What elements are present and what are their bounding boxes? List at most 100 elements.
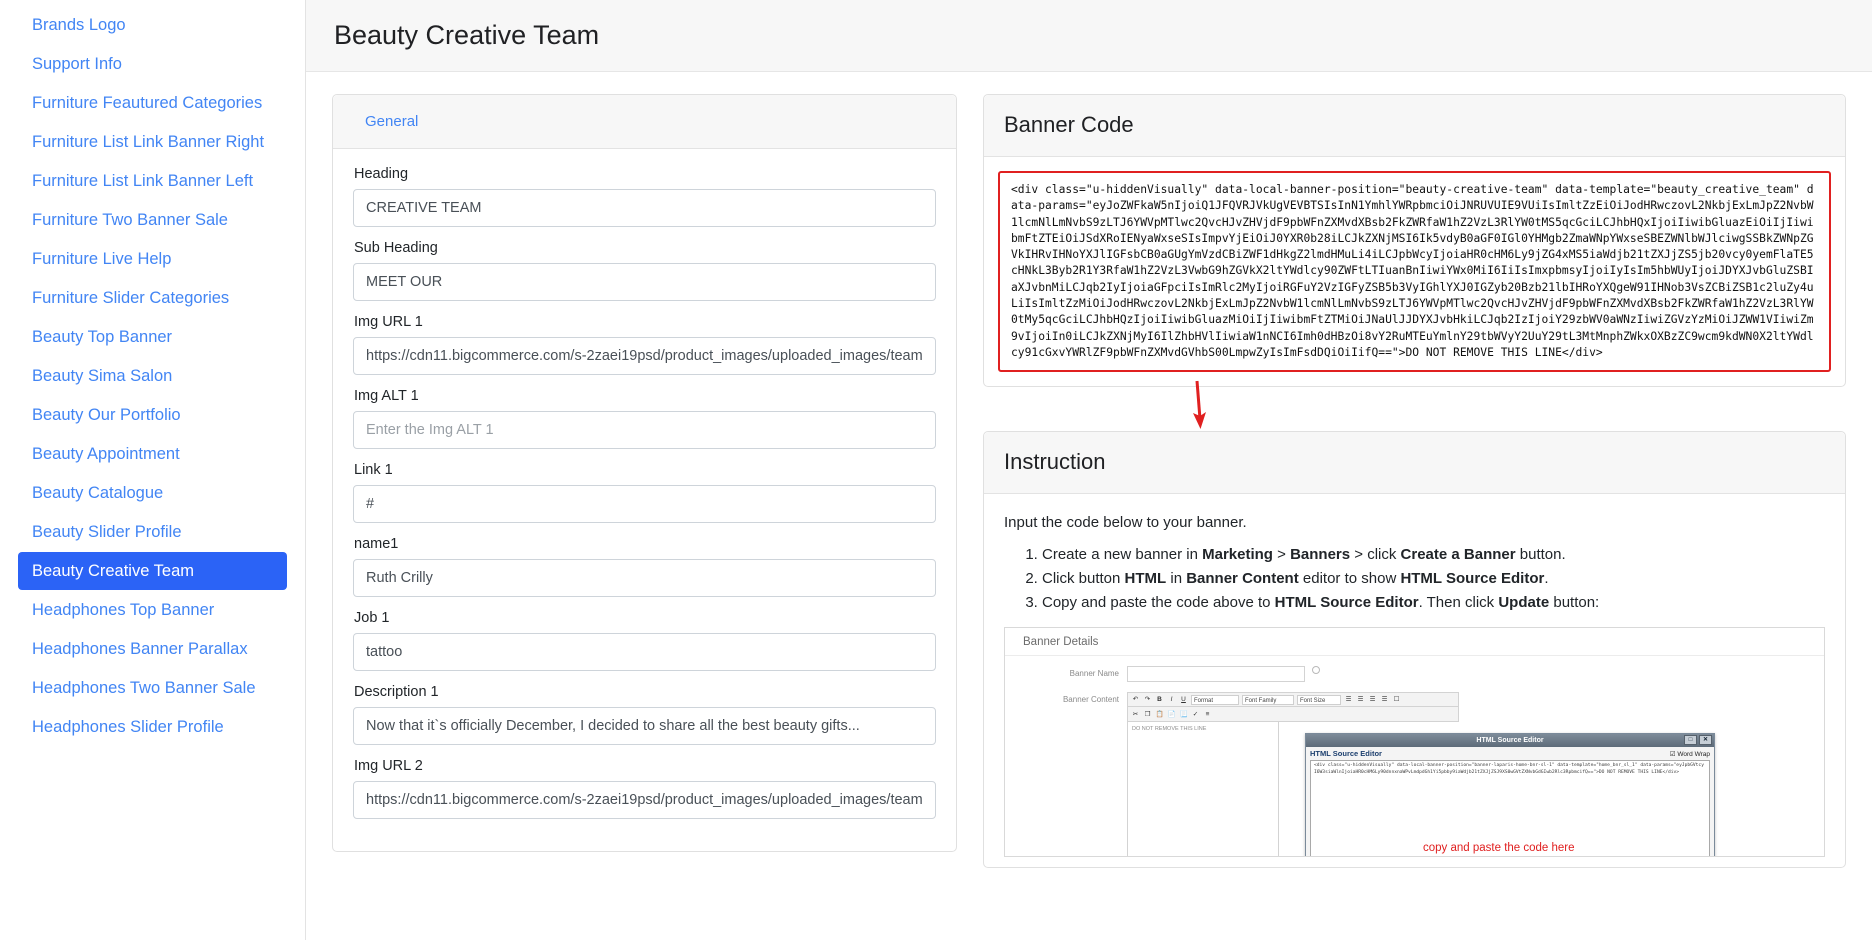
step-text: in xyxy=(1166,570,1187,588)
sidebar-item-beauty-creative-team[interactable]: Beauty Creative Team xyxy=(18,552,287,590)
field-input-link-1[interactable] xyxy=(353,485,936,523)
field-input-sub-heading[interactable] xyxy=(353,263,936,301)
cut-icon[interactable]: ✂ xyxy=(1131,710,1140,719)
page-header: Beauty Creative Team xyxy=(306,0,1872,72)
format-select[interactable]: Format xyxy=(1191,694,1239,705)
dialog-titlebar: HTML Source Editor □ ✕ xyxy=(1306,734,1714,748)
banner-code-textarea[interactable]: <div class="u-hiddenVisually" data-local… xyxy=(998,171,1831,373)
form-fields: Heading Sub Heading Img URL 1 Img ALT 1 Link… xyxy=(333,149,956,851)
instruction-step: Copy and paste the code above to HTML So… xyxy=(1042,592,1825,613)
instruction-step: Create a new banner in Marketing > Banne… xyxy=(1042,544,1825,565)
step-emphasis: HTML xyxy=(1124,570,1167,588)
step-text: button: xyxy=(1549,594,1600,612)
field-input-heading[interactable] xyxy=(353,189,936,227)
form-group: Img URL 2 xyxy=(353,757,936,819)
field-input-img-url-2[interactable] xyxy=(353,781,936,819)
general-form-card: General Heading Sub Heading Img URL 1 Img A… xyxy=(332,94,957,852)
sidebar-item-furniture-live-help[interactable]: Furniture Live Help xyxy=(18,240,287,278)
instruction-screenshot: Banner Details Banner Name Banner Conten… xyxy=(1004,627,1825,858)
html-button[interactable]: ☐ xyxy=(1392,695,1401,704)
field-input-description-1[interactable] xyxy=(353,707,936,745)
tab-general[interactable]: General xyxy=(353,95,430,148)
undo-icon[interactable]: ↶ xyxy=(1131,695,1140,704)
form-tab-bar: General xyxy=(333,95,956,149)
sidebar-item-beauty-our-portfolio[interactable]: Beauty Our Portfolio xyxy=(18,396,287,434)
italic-icon[interactable]: I xyxy=(1167,695,1176,704)
dialog-title: HTML Source Editor xyxy=(1476,737,1544,745)
sidebar-item-beauty-slider-profile[interactable]: Beauty Slider Profile xyxy=(18,513,287,551)
copy-icon[interactable]: ❐ xyxy=(1143,710,1152,719)
editor-content-area[interactable]: DO NOT REMOVE THIS LINE Path: div.u-hidd… xyxy=(1127,722,1279,857)
field-input-img-alt-1[interactable] xyxy=(353,411,936,449)
help-icon xyxy=(1312,666,1320,675)
sidebar-item-beauty-appointment[interactable]: Beauty Appointment xyxy=(18,435,287,473)
align-left-icon[interactable]: ☰ xyxy=(1344,695,1353,704)
instruction-step: Click button HTML in Banner Content edit… xyxy=(1042,568,1825,589)
step-text: editor to show xyxy=(1298,570,1401,588)
align-right-icon[interactable]: ☰ xyxy=(1368,695,1377,704)
form-group: name1 xyxy=(353,535,936,597)
list-icon[interactable]: ≡ xyxy=(1203,710,1212,719)
underline-icon[interactable]: U xyxy=(1179,695,1188,704)
banner-code-card: Banner Code <div class="u-hiddenVisually… xyxy=(983,94,1846,388)
screenshot-banner-name-row: Banner Name xyxy=(1005,656,1824,683)
form-group: Sub Heading xyxy=(353,239,936,301)
instruction-card: Instruction Input the code below to your… xyxy=(983,431,1846,869)
paste-icon[interactable]: 📋 xyxy=(1155,710,1164,719)
dialog-window-buttons: □ ✕ xyxy=(1684,735,1712,746)
field-input-job-1[interactable] xyxy=(353,633,936,671)
redo-icon[interactable]: ↷ xyxy=(1143,695,1152,704)
screenshot-banner-content-label: Banner Content xyxy=(1062,695,1119,705)
step-text: > click xyxy=(1350,546,1401,564)
banner-code-header: Banner Code xyxy=(984,95,1845,157)
spellcheck-icon[interactable]: ✓ xyxy=(1191,710,1200,719)
paste-instruction-note: copy and paste the code here xyxy=(1423,842,1575,855)
step-text: . xyxy=(1544,570,1549,588)
sidebar-item-furniture-list-link-banner-right[interactable]: Furniture List Link Banner Right xyxy=(18,123,287,161)
sidebar-item-support-info[interactable]: Support Info xyxy=(18,45,287,83)
align-justify-icon[interactable]: ☰ xyxy=(1380,695,1389,704)
right-column: Banner Code <div class="u-hiddenVisually… xyxy=(983,94,1846,869)
screenshot-panel-title: Banner Details xyxy=(1005,628,1824,657)
paste-word-icon[interactable]: 📃 xyxy=(1179,710,1188,719)
sidebar-item-furniture-feautured-categories[interactable]: Furniture Feautured Categories xyxy=(18,84,287,122)
instruction-steps: Create a new banner in Marketing > Banne… xyxy=(1004,544,1825,613)
sidebar-item-furniture-list-link-banner-left[interactable]: Furniture List Link Banner Left xyxy=(18,162,287,200)
font-family-select[interactable]: Font Family xyxy=(1242,694,1294,705)
sidebar-item-furniture-slider-categories[interactable]: Furniture Slider Categories xyxy=(18,279,287,317)
step-text: > xyxy=(1272,546,1291,564)
step-text: Copy and paste the code above to xyxy=(1042,594,1275,612)
form-group: Img URL 1 xyxy=(353,313,936,375)
sidebar-item-beauty-sima-salon[interactable]: Beauty Sima Salon xyxy=(18,357,287,395)
sidebar-item-beauty-catalogue[interactable]: Beauty Catalogue xyxy=(18,474,287,512)
sidebar-item-headphones-slider-profile[interactable]: Headphones Slider Profile xyxy=(18,708,287,746)
close-icon[interactable]: ✕ xyxy=(1699,735,1712,746)
field-label: Img URL 1 xyxy=(354,314,423,330)
maximize-icon[interactable]: □ xyxy=(1684,735,1697,746)
field-input-img-url-1[interactable] xyxy=(353,337,936,375)
form-column: General Heading Sub Heading Img URL 1 Img A… xyxy=(332,94,957,852)
down-arrow-icon xyxy=(1193,381,1206,430)
main-content: Beauty Creative Team General Heading Sub … xyxy=(305,0,1872,940)
field-input-name1[interactable] xyxy=(353,559,936,597)
step-emphasis: Create a Banner xyxy=(1400,546,1516,564)
sidebar-item-headphones-banner-parallax[interactable]: Headphones Banner Parallax xyxy=(18,630,287,668)
step-text: Create a new banner in xyxy=(1042,546,1203,564)
bold-icon[interactable]: B xyxy=(1155,695,1164,704)
sidebar-item-headphones-two-banner-sale[interactable]: Headphones Two Banner Sale xyxy=(18,669,287,707)
sidebar-item-headphones-top-banner[interactable]: Headphones Top Banner xyxy=(18,591,287,629)
font-size-select[interactable]: Font Size xyxy=(1297,694,1341,705)
align-center-icon[interactable]: ☰ xyxy=(1356,695,1365,704)
step-text: Click button xyxy=(1042,570,1125,588)
sidebar-item-brands-logo[interactable]: Brands Logo xyxy=(18,6,287,44)
screenshot-banner-name-input[interactable] xyxy=(1127,666,1305,683)
sidebar-item-furniture-two-banner-sale[interactable]: Furniture Two Banner Sale xyxy=(18,201,287,239)
banner-code-title: Banner Code xyxy=(1004,112,1134,137)
paste-text-icon[interactable]: 📄 xyxy=(1167,710,1176,719)
word-wrap-toggle[interactable]: ☑ Word Wrap xyxy=(1670,750,1710,758)
sidebar-item-beauty-top-banner[interactable]: Beauty Top Banner xyxy=(18,318,287,356)
word-wrap-label: Word Wrap xyxy=(1677,750,1710,758)
editor-toolbar-row2: ✂ ❐ 📋 📄 📃 ✓ ≡ xyxy=(1127,707,1459,723)
step-emphasis: Marketing xyxy=(1202,546,1273,564)
editor-toolbar: ↶ ↷ B I U Format Font Family Font Size ☰ xyxy=(1127,692,1459,708)
